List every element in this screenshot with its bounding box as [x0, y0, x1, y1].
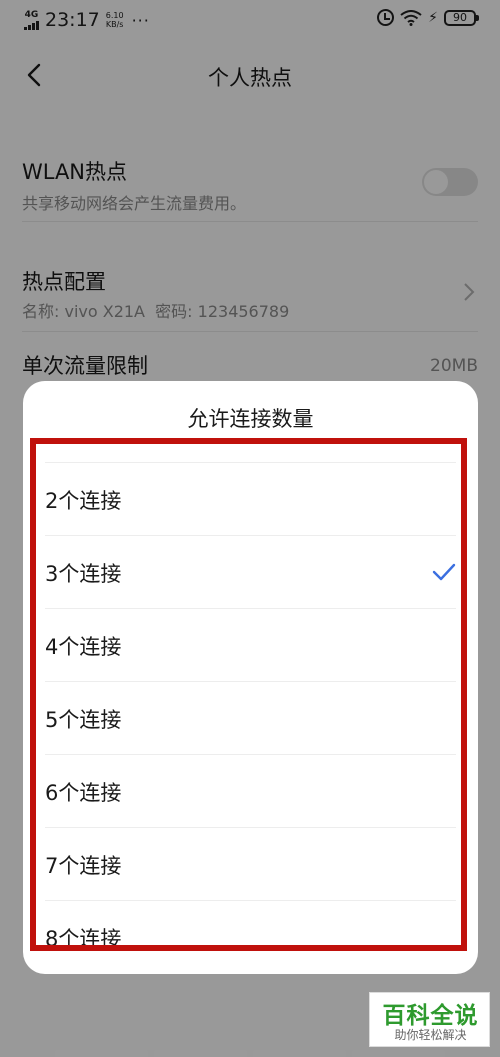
- option-label: 4个连接: [45, 635, 122, 659]
- option-label: 7个连接: [45, 854, 122, 878]
- option-label: 3个连接: [45, 562, 122, 586]
- option-label: 6个连接: [45, 781, 122, 805]
- option-8-connections[interactable]: 8个连接: [23, 901, 478, 974]
- option-3-connections[interactable]: 3个连接: [23, 536, 478, 609]
- option-5-connections[interactable]: 5个连接: [23, 682, 478, 755]
- option-7-connections[interactable]: 7个连接: [23, 828, 478, 901]
- checkmark-icon: [432, 563, 456, 581]
- option-4-connections[interactable]: 4个连接: [23, 609, 478, 682]
- bottom-bar: [55, 1050, 445, 1057]
- watermark-logo: 百科全说 助你轻松解决: [369, 992, 490, 1047]
- option-label: 8个连接: [45, 927, 122, 951]
- connection-count-dialog: 允许连接数量 2个连接 3个连接 4个连接 5个连接 6个连接 7个连接 8个连…: [23, 381, 478, 974]
- watermark-title: 百科全说: [382, 1003, 479, 1029]
- option-2-connections[interactable]: 2个连接: [23, 463, 478, 536]
- dialog-title: 允许连接数量: [187, 407, 314, 431]
- option-label: 2个连接: [45, 489, 122, 513]
- option-list[interactable]: 2个连接 3个连接 4个连接 5个连接 6个连接 7个连接 8个连接: [23, 443, 478, 974]
- option-label: 5个连接: [45, 708, 122, 732]
- option-6-connections[interactable]: 6个连接: [23, 755, 478, 828]
- watermark-subtitle: 助你轻松解决: [394, 1028, 467, 1042]
